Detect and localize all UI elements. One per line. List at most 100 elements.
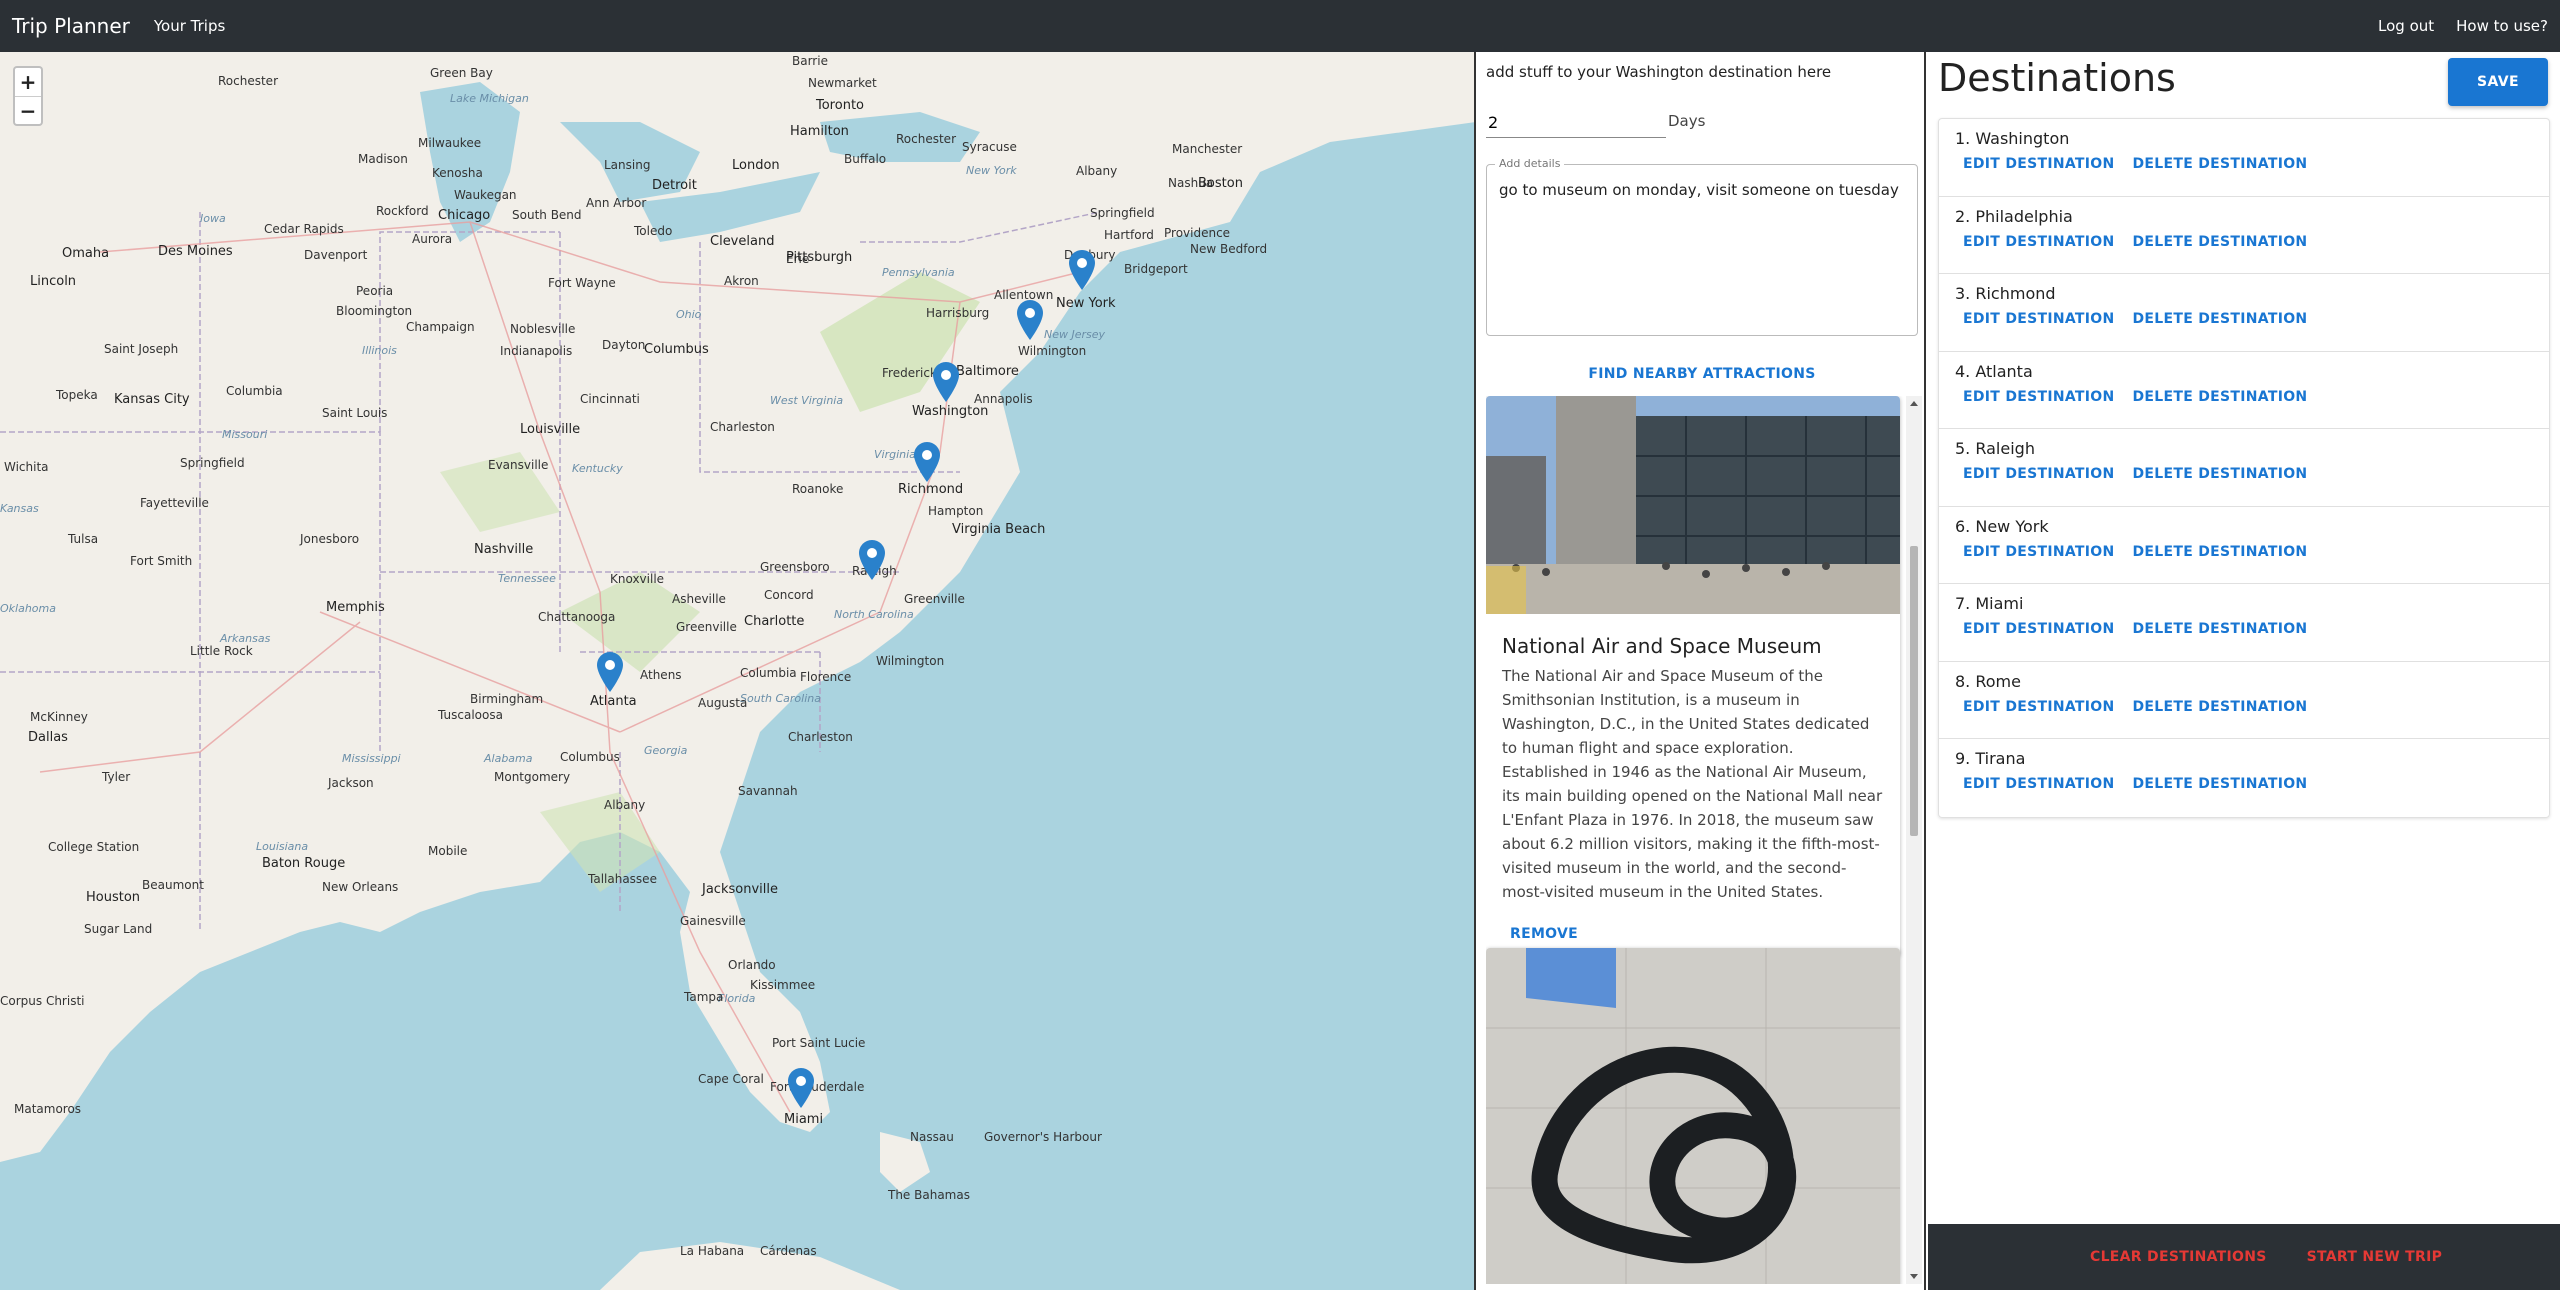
map-label: Boston bbox=[1198, 176, 1243, 191]
zoom-out-button[interactable]: − bbox=[15, 96, 41, 124]
delete-destination-button[interactable]: DELETE DESTINATION bbox=[2133, 234, 2308, 250]
map-label: Greensboro bbox=[760, 560, 830, 574]
delete-destination-button[interactable]: DELETE DESTINATION bbox=[2133, 621, 2308, 637]
map-label: Evansville bbox=[488, 458, 549, 472]
map-label: Matamoros bbox=[14, 1102, 82, 1116]
map-marker-icon[interactable] bbox=[597, 652, 623, 692]
map-label: Kenosha bbox=[432, 166, 483, 180]
destination-name: 6. New York bbox=[1955, 516, 2049, 536]
edit-destination-button[interactable]: EDIT DESTINATION bbox=[1963, 234, 2115, 250]
attractions-list[interactable]: National Air and Space Museum The Nation… bbox=[1486, 396, 1922, 1284]
map-marker-icon[interactable] bbox=[859, 540, 885, 580]
map-label: Jacksonville bbox=[702, 882, 778, 897]
map-label: Lake Michigan bbox=[450, 92, 529, 105]
nav-your-trips[interactable]: Your Trips bbox=[154, 17, 225, 35]
map-label: Baton Rouge bbox=[262, 856, 346, 871]
attraction-description: The National Air and Space Museum of the… bbox=[1502, 667, 1883, 901]
map-label: Charlotte bbox=[744, 614, 805, 629]
destination-item: 4. Atlanta EDIT DESTINATION DELETE DESTIN… bbox=[1939, 352, 2549, 429]
how-to-use-link[interactable]: How to use? bbox=[2456, 17, 2548, 35]
map-label: Waukegan bbox=[454, 188, 517, 202]
days-input[interactable] bbox=[1486, 108, 1666, 138]
map-label: Mobile bbox=[428, 844, 468, 858]
delete-destination-button[interactable]: DELETE DESTINATION bbox=[2133, 311, 2308, 327]
attractions-panel: add stuff to your Washington destination… bbox=[1478, 52, 1926, 1290]
map-label: Kissimmee bbox=[750, 978, 816, 992]
map-label: Jackson bbox=[328, 776, 374, 790]
map-label: Cincinnati bbox=[580, 392, 640, 406]
map-label: Aurora bbox=[412, 232, 453, 246]
delete-destination-button[interactable]: DELETE DESTINATION bbox=[2133, 466, 2308, 482]
map-label: Kentucky bbox=[572, 462, 623, 475]
map-label: Mississippi bbox=[342, 752, 401, 765]
edit-destination-button[interactable]: EDIT DESTINATION bbox=[1963, 621, 2115, 637]
map-label: Washington bbox=[912, 404, 989, 419]
map-label: Augusta bbox=[698, 696, 748, 710]
save-button[interactable]: SAVE bbox=[2448, 58, 2548, 106]
map-label: New Jersey bbox=[1044, 328, 1106, 341]
map-label: Detroit bbox=[652, 178, 697, 193]
map-marker-icon[interactable] bbox=[1017, 300, 1043, 340]
map-label: Port Saint Lucie bbox=[772, 1036, 866, 1050]
map-label: Ann Arbor bbox=[586, 196, 647, 210]
scroll-thumb[interactable] bbox=[1910, 546, 1918, 836]
destination-item: 2. Philadelphia EDIT DESTINATION DELETE D… bbox=[1939, 197, 2549, 274]
zoom-in-button[interactable]: + bbox=[15, 68, 41, 96]
top-navbar: Trip Planner Your Trips Log out How to u… bbox=[0, 0, 2560, 52]
attractions-scrollbar[interactable] bbox=[1906, 396, 1922, 1284]
app-brand[interactable]: Trip Planner bbox=[12, 14, 130, 38]
map-label: Cape Coral bbox=[698, 1072, 764, 1086]
map-view[interactable]: + − Rochester Green Bay Lake Michigan Mi… bbox=[0, 52, 1476, 1290]
destination-name: 2. Philadelphia bbox=[1955, 206, 2073, 226]
edit-destination-button[interactable]: EDIT DESTINATION bbox=[1963, 699, 2115, 715]
map-label: Savannah bbox=[738, 784, 798, 798]
zoom-control: + − bbox=[13, 66, 43, 126]
map-label: Kansas City bbox=[114, 392, 190, 407]
details-textarea[interactable]: Add details go to museum on monday, visi… bbox=[1486, 157, 1918, 336]
map-label: McKinney bbox=[30, 710, 88, 724]
logout-link[interactable]: Log out bbox=[2378, 17, 2434, 35]
map-label: Knoxville bbox=[610, 572, 665, 586]
destinations-list: 1. Washington EDIT DESTINATION DELETE DES… bbox=[1938, 118, 2550, 818]
map-label: Wichita bbox=[4, 460, 49, 474]
map-label: Indianapolis bbox=[500, 344, 573, 358]
scroll-up-icon[interactable] bbox=[1910, 401, 1918, 406]
delete-destination-button[interactable]: DELETE DESTINATION bbox=[2133, 156, 2308, 172]
map-marker-icon[interactable] bbox=[788, 1068, 814, 1108]
map-label: West Virginia bbox=[770, 394, 844, 407]
map-marker-icon[interactable] bbox=[914, 442, 940, 482]
map-label: New Bedford bbox=[1190, 242, 1268, 256]
map-label: Florence bbox=[800, 670, 852, 684]
edit-destination-button[interactable]: EDIT DESTINATION bbox=[1963, 389, 2115, 405]
map-label: Wilmington bbox=[876, 654, 945, 668]
edit-destination-button[interactable]: EDIT DESTINATION bbox=[1963, 311, 2115, 327]
map-label: Oklahoma bbox=[0, 602, 56, 615]
delete-destination-button[interactable]: DELETE DESTINATION bbox=[2133, 776, 2308, 792]
map-marker-icon[interactable] bbox=[1069, 250, 1095, 290]
delete-destination-button[interactable]: DELETE DESTINATION bbox=[2133, 389, 2308, 405]
destination-name: 4. Atlanta bbox=[1955, 361, 2033, 381]
map-marker-icon[interactable] bbox=[933, 362, 959, 402]
map-label: Springfield bbox=[180, 456, 245, 470]
map-label: Lincoln bbox=[30, 274, 77, 289]
map-label: Green Bay bbox=[430, 66, 493, 80]
map-label: Corpus Christi bbox=[0, 994, 85, 1008]
scroll-down-icon[interactable] bbox=[1910, 1274, 1918, 1279]
delete-destination-button[interactable]: DELETE DESTINATION bbox=[2133, 544, 2308, 560]
clear-destinations-button[interactable]: CLEAR DESTINATIONS bbox=[2090, 1249, 2267, 1265]
map-label: Beaumont bbox=[142, 878, 204, 892]
edit-destination-button[interactable]: EDIT DESTINATION bbox=[1963, 544, 2115, 560]
delete-destination-button[interactable]: DELETE DESTINATION bbox=[2133, 699, 2308, 715]
map-label: North Carolina bbox=[834, 608, 914, 621]
find-nearby-attractions-button[interactable]: FIND NEARBY ATTRACTIONS bbox=[1478, 366, 1924, 382]
map-label: Fort Smith bbox=[130, 554, 193, 568]
map-label: Illinois bbox=[362, 344, 397, 357]
map-label: Hamilton bbox=[790, 124, 849, 139]
map-label: Topeka bbox=[56, 388, 98, 402]
edit-destination-button[interactable]: EDIT DESTINATION bbox=[1963, 776, 2115, 792]
map-label: Albany bbox=[604, 798, 646, 812]
edit-destination-button[interactable]: EDIT DESTINATION bbox=[1963, 466, 2115, 482]
map-label: Roanoke bbox=[792, 482, 844, 496]
edit-destination-button[interactable]: EDIT DESTINATION bbox=[1963, 156, 2115, 172]
start-new-trip-button[interactable]: START NEW TRIP bbox=[2307, 1249, 2443, 1265]
